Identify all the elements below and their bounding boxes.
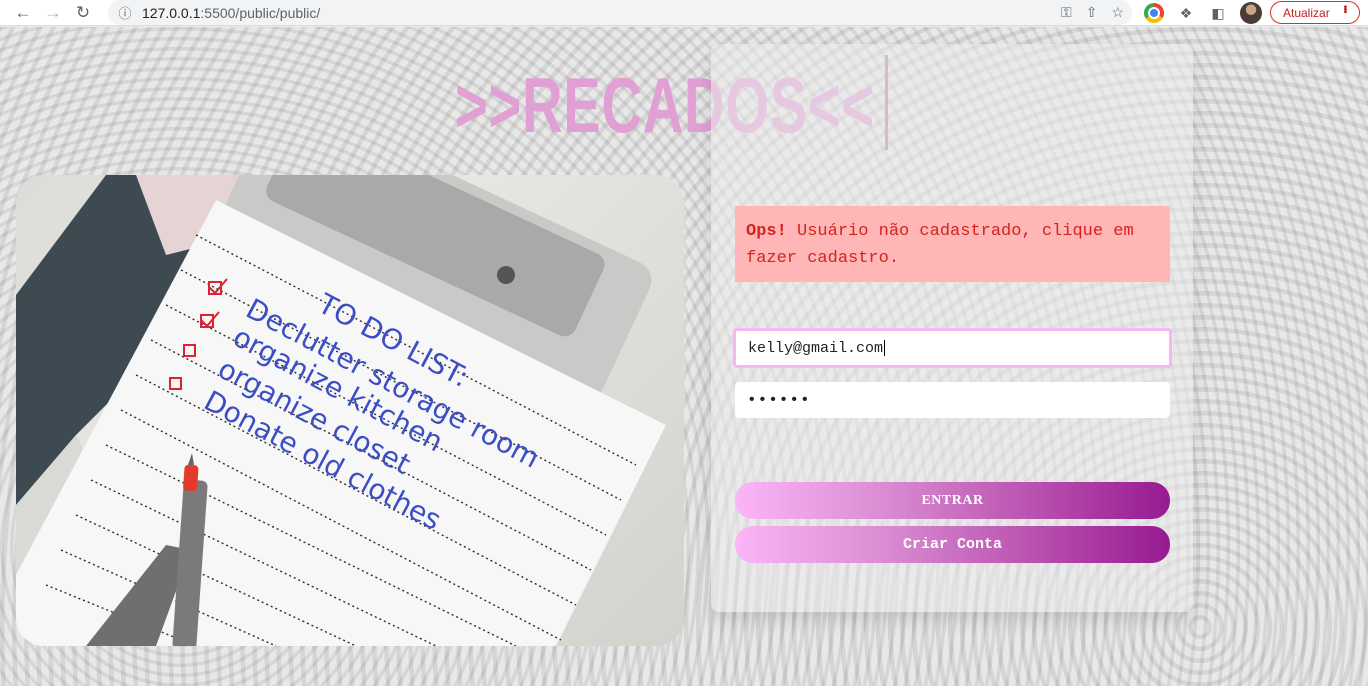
reload-icon[interactable]: ↻: [68, 0, 98, 26]
menu-icon[interactable]: •••: [1339, 5, 1350, 13]
site-info-icon[interactable]: ⓘ: [108, 3, 142, 22]
url-text: 127.0.0.1:5500/public/public/: [142, 4, 321, 21]
alert-message: Usuário não cadastrado, clique em fazer …: [746, 222, 1134, 268]
email-input[interactable]: kelly@gmail.com: [733, 328, 1172, 368]
sidepanel-icon[interactable]: ◧: [1208, 3, 1228, 23]
address-bar[interactable]: ⓘ 127.0.0.1:5500/public/public/ ⚿ ⇧ ☆: [108, 0, 1132, 25]
profile-avatar[interactable]: [1240, 2, 1262, 24]
todo-list-photo: TO DO LIST: Declutter storage room organ…: [16, 175, 684, 646]
browser-toolbar: ← → ↻ ⓘ 127.0.0.1:5500/public/public/ ⚿ …: [0, 0, 1368, 26]
extension-color-icon[interactable]: [1144, 3, 1164, 23]
enter-button[interactable]: ENTRAR: [735, 482, 1170, 519]
create-account-button[interactable]: Criar Conta: [735, 526, 1170, 563]
key-icon[interactable]: ⚿: [1061, 4, 1072, 21]
update-label: Atualizar: [1283, 5, 1330, 20]
password-input[interactable]: ••••••: [735, 382, 1170, 418]
puzzle-icon[interactable]: ❖: [1176, 3, 1196, 23]
error-alert: Ops! Usuário não cadastrado, clique em f…: [735, 206, 1170, 282]
alert-strong: Ops!: [746, 222, 787, 241]
share-icon[interactable]: ⇧: [1086, 4, 1098, 21]
password-value: ••••••: [747, 391, 811, 409]
star-icon[interactable]: ☆: [1111, 4, 1124, 21]
back-icon[interactable]: ←: [8, 0, 38, 26]
update-button[interactable]: Atualizar •••: [1270, 1, 1360, 24]
input-caret: [884, 340, 886, 356]
forward-icon[interactable]: →: [38, 0, 68, 26]
email-value: kelly@gmail.com: [748, 339, 884, 357]
